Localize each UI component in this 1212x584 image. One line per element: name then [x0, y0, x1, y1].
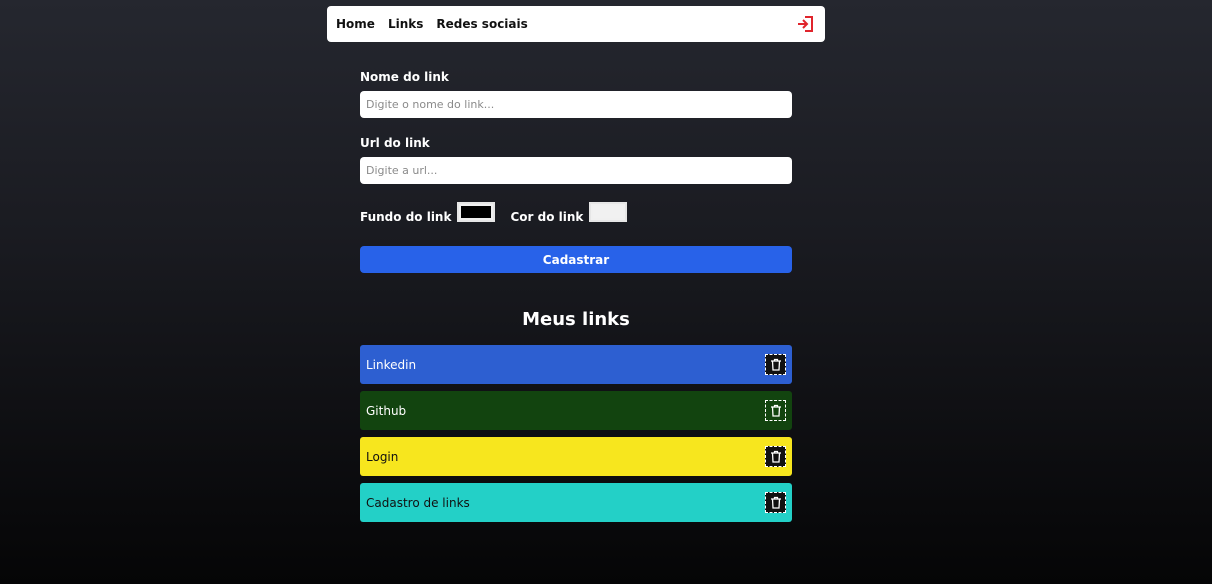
nav-link-home[interactable]: Home	[336, 17, 375, 31]
link-item-label: Linkedin	[366, 357, 417, 372]
link-item-label: Login	[366, 449, 399, 464]
url-label: Url do link	[360, 136, 430, 150]
link-item-label: Cadastro de links	[366, 495, 470, 510]
cadastrar-button[interactable]: Cadastrar	[360, 246, 792, 273]
nav-link-redes-sociais[interactable]: Redes sociais	[436, 17, 527, 31]
link-item[interactable]: Login	[360, 437, 792, 476]
navbar: Home Links Redes sociais	[327, 6, 825, 42]
link-item[interactable]: Github	[360, 391, 792, 430]
link-form: Nome do link Url do link Fundo do link C…	[360, 70, 792, 273]
text-color-swatch	[593, 206, 624, 218]
link-url-input[interactable]	[360, 157, 792, 184]
link-item-label: Github	[366, 403, 407, 418]
logout-icon[interactable]	[796, 14, 816, 34]
links-list: Linkedin Github Login Cadastro de links	[360, 345, 792, 529]
trash-icon[interactable]	[765, 446, 786, 467]
link-item[interactable]: Cadastro de links	[360, 483, 792, 522]
links-section-title: Meus links	[522, 309, 630, 330]
background-color-picker[interactable]	[457, 202, 496, 222]
nav-link-links[interactable]: Links	[388, 17, 423, 31]
background-color-swatch	[461, 206, 492, 218]
trash-icon[interactable]	[765, 354, 786, 375]
link-name-input[interactable]	[360, 91, 792, 118]
text-color-label: Cor do link	[510, 210, 584, 224]
trash-icon[interactable]	[765, 400, 786, 421]
color-pickers-row: Fundo do link Cor do link	[360, 202, 792, 224]
trash-icon[interactable]	[765, 492, 786, 513]
name-label: Nome do link	[360, 70, 449, 84]
background-color-label: Fundo do link	[360, 210, 452, 224]
link-item[interactable]: Linkedin	[360, 345, 792, 384]
text-color-picker[interactable]	[589, 202, 628, 222]
